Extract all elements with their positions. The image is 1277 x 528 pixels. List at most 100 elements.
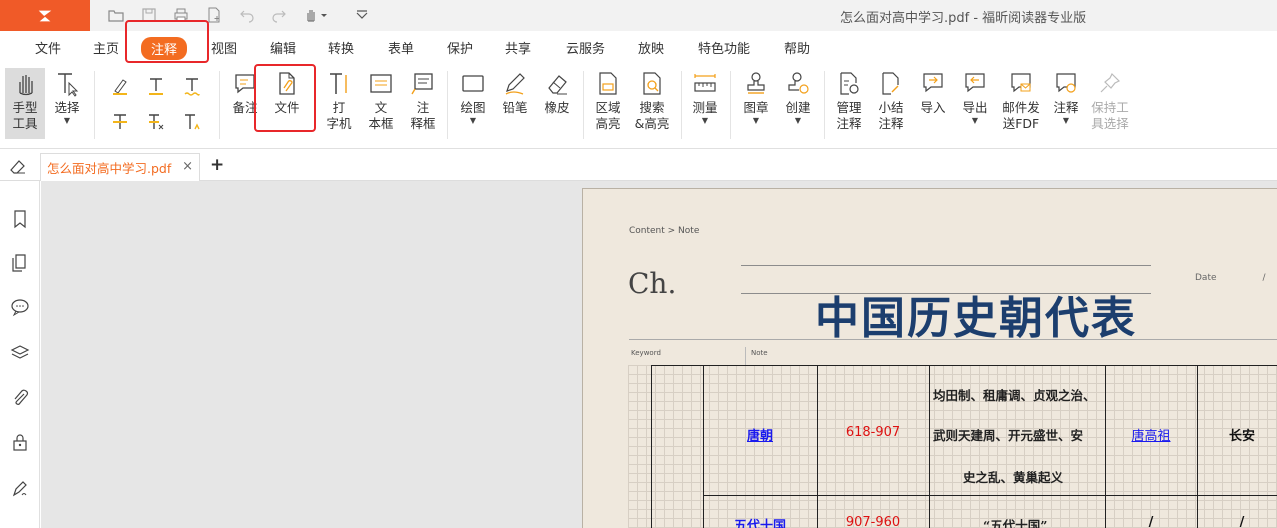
menu-features[interactable]: 特色功能 — [698, 38, 750, 57]
annotations-label: 注释 — [1053, 100, 1079, 115]
pencil-button[interactable]: 铅笔 — [500, 71, 530, 116]
layers-icon[interactable] — [10, 343, 30, 363]
chevron-down-icon: ▼ — [1062, 116, 1070, 125]
chevron-down-icon: ▼ — [794, 116, 802, 125]
export-button[interactable]: 导出 ▼ — [960, 71, 990, 125]
summary-comments-button[interactable]: 小结 注释 — [876, 71, 906, 132]
dynasty-five-link[interactable]: 五代十国 — [703, 515, 817, 528]
menu-form[interactable]: 表单 — [388, 38, 414, 57]
manage-label-2: 注释 — [836, 116, 862, 131]
hand-tool-label-2: 工具 — [12, 116, 38, 131]
textbox-button[interactable]: 文本框 — [366, 71, 396, 132]
column-divider — [745, 347, 746, 365]
menu-edit[interactable]: 编辑 — [270, 38, 296, 57]
textbox-label-1: 文 — [374, 100, 388, 115]
page-breadcrumb: Content > Note — [629, 226, 700, 236]
date-text: Date — [1195, 273, 1217, 283]
eraser-tab-icon[interactable] — [7, 155, 29, 177]
separator — [94, 71, 95, 139]
hand-dropdown-icon[interactable] — [304, 6, 330, 24]
select-label: 选择 — [54, 100, 80, 115]
redo-icon[interactable] — [270, 6, 288, 24]
summary-label-1: 小结 — [878, 100, 904, 115]
date-separator: / — [1262, 273, 1266, 283]
summary-icon — [882, 72, 899, 95]
menu-share[interactable]: 共享 — [505, 38, 531, 57]
area-highlight-button[interactable]: 区域 高亮 — [593, 71, 623, 132]
annotations-button[interactable]: 注释 ▼ — [1051, 71, 1081, 125]
chevron-down-icon: ▼ — [701, 116, 709, 125]
menu-convert[interactable]: 转换 — [328, 38, 354, 57]
menu-help[interactable]: 帮助 — [784, 38, 810, 57]
table-col-line — [817, 365, 818, 528]
measure-button[interactable]: 测量 ▼ — [690, 71, 720, 125]
area-highlight-label-2: 高亮 — [595, 116, 621, 131]
dynasty-tang-desc-1: 均田制、租庸调、贞观之治、 — [933, 388, 1096, 403]
bookmark-icon[interactable] — [10, 209, 30, 229]
close-icon[interactable]: × — [182, 159, 193, 174]
callout-button[interactable]: 注释框 — [408, 71, 438, 132]
email-fdf-button[interactable]: 邮件发 送FDF — [1000, 71, 1042, 132]
rectangle-draw-icon — [462, 75, 484, 92]
eraser-button[interactable]: 橡皮 — [542, 71, 572, 116]
app-logo[interactable] — [0, 0, 90, 31]
manage-comments-icon — [840, 72, 859, 95]
pencil-label: 铅笔 — [502, 100, 528, 115]
menu-home[interactable]: 主页 — [93, 38, 119, 57]
dynasty-tang-years: 618-907 — [845, 425, 901, 440]
separator — [219, 71, 220, 139]
document-tab[interactable]: 怎么面对高中学习.pdf × — [40, 153, 200, 181]
manage-comments-button[interactable]: 管理 注释 — [834, 71, 864, 132]
import-button[interactable]: 导入 — [918, 71, 948, 116]
callout-icon — [411, 73, 433, 95]
menu-file[interactable]: 文件 — [35, 38, 61, 57]
menu-view[interactable]: 视图 — [211, 38, 237, 57]
menu-protect[interactable]: 保护 — [447, 38, 473, 57]
dynasty-tang-founder-link[interactable]: 唐高祖 — [1105, 425, 1197, 444]
manage-label-1: 管理 — [836, 100, 862, 115]
pages-icon[interactable] — [10, 253, 30, 273]
select-button[interactable]: 选择 ▼ — [52, 71, 82, 125]
area-highlight-label-1: 区域 — [595, 100, 621, 115]
typewriter-button[interactable]: 打字机 — [324, 71, 354, 132]
search-highlight-button[interactable]: 搜索 &高亮 — [634, 71, 670, 132]
open-icon[interactable] — [107, 6, 125, 24]
table-col-line — [1197, 365, 1198, 528]
textbox-icon — [370, 74, 392, 93]
insert-text-icon[interactable] — [181, 111, 203, 133]
keep-tool-selected-button[interactable]: 保持工 具选择 — [1089, 71, 1131, 132]
menu-slideshow[interactable]: 放映 — [638, 38, 664, 57]
stamp-icon — [747, 72, 765, 94]
hand-tool-button[interactable]: 手型 工具 — [5, 68, 45, 139]
menu-cloud[interactable]: 云服务 — [566, 38, 605, 57]
search-highlight-label-1: 搜索 — [639, 100, 665, 115]
strikeout-text-icon[interactable] — [109, 111, 131, 133]
email-icon — [1011, 73, 1031, 93]
attachment-icon[interactable] — [10, 388, 30, 408]
squiggly-text-icon[interactable] — [181, 75, 203, 97]
pin-icon — [1100, 72, 1121, 93]
typewriter-label-2: 字机 — [326, 116, 352, 131]
chapter-label: Ch. — [628, 267, 677, 300]
customize-icon[interactable] — [353, 6, 371, 24]
new-tab-button[interactable]: + — [210, 155, 224, 175]
create-stamp-button[interactable]: 创建 ▼ — [783, 71, 813, 125]
export-label: 导出 — [962, 100, 988, 115]
document-tab-name: 怎么面对高中学习.pdf — [47, 161, 172, 176]
undo-icon[interactable] — [238, 6, 256, 24]
underline-text-icon[interactable] — [145, 75, 167, 97]
stamp-button[interactable]: 图章 ▼ — [741, 71, 771, 125]
highlight-box-file-button — [254, 64, 316, 132]
callout-label-1: 注 — [416, 100, 430, 115]
draw-button[interactable]: 绘图 ▼ — [458, 71, 488, 125]
pencil-icon — [505, 73, 525, 95]
chevron-down-icon: ▼ — [63, 116, 71, 125]
replace-text-icon[interactable] — [145, 111, 167, 133]
keep-tool-label-1: 保持工 — [1091, 100, 1129, 115]
highlight-icon[interactable] — [109, 75, 131, 97]
dynasty-tang-link[interactable]: 唐朝 — [703, 425, 817, 444]
signature-icon[interactable] — [10, 478, 30, 498]
security-lock-icon[interactable] — [10, 432, 30, 452]
comments-panel-icon[interactable] — [10, 297, 30, 317]
ribbon-toolbar: 手型 工具 选择 ▼ 备注 文件 打字机 文本框 注释框 绘图 ▼ 铅笔 橡皮 … — [0, 63, 1277, 149]
